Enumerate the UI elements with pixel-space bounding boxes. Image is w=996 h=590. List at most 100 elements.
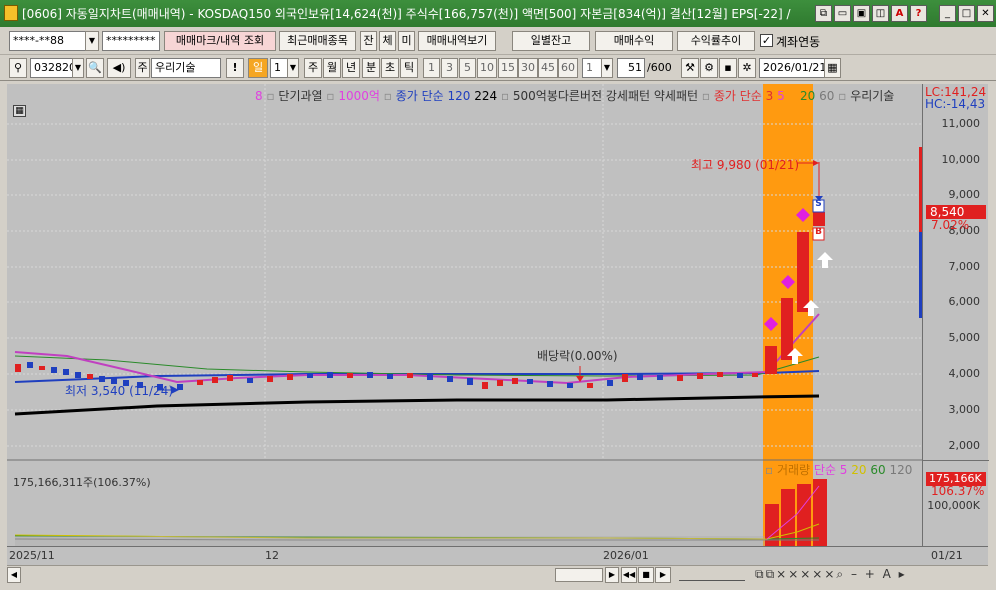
period-tick-button[interactable]: 틱 bbox=[400, 58, 418, 78]
date-tick: 2025/11 bbox=[9, 549, 55, 562]
interval-input[interactable]: 1 bbox=[582, 58, 602, 78]
date-input[interactable]: 2026/01/21 bbox=[759, 58, 825, 78]
legend-item: 1000억 bbox=[338, 89, 380, 103]
legend-item: 120 bbox=[889, 463, 913, 477]
save-icon[interactable]: ▪ bbox=[719, 58, 737, 78]
chart-scrollbar[interactable]: ◀ ▶ ◀◀ ■ ▶ ⧉⧉⨯⨯⨯⨯⨯⌕ – + A ▸ bbox=[7, 565, 988, 584]
close-button[interactable]: ✕ bbox=[977, 5, 994, 22]
date-tick: 12 bbox=[265, 549, 279, 562]
price-range-bar-down bbox=[919, 232, 922, 318]
high-annotation: 최고 9,980 (01/21) bbox=[691, 158, 800, 172]
profit-trend-button[interactable]: 수익률추이 bbox=[677, 31, 755, 51]
chart-tools-icons[interactable]: ⧉⧉⨯⨯⨯⨯⨯⌕ – + A ▸ bbox=[755, 567, 907, 582]
axis-tick: 3,000 bbox=[948, 403, 981, 416]
volume-axis-tick: 100,000K bbox=[927, 499, 980, 512]
help-icon[interactable]: ? bbox=[910, 5, 927, 22]
recent-trades-button[interactable]: 최근매매종목 bbox=[279, 31, 356, 51]
stock-prefix: 주 bbox=[135, 58, 150, 78]
price-legend: 8 ▫ 단기과열 ▫ 1000억 ▫ 종가 단순 120 224 ▫ 500억봉… bbox=[255, 89, 895, 103]
stock-name-input[interactable]: 우리기술 bbox=[151, 58, 221, 78]
link-icon[interactable]: ⧉ bbox=[815, 5, 832, 22]
scroll-thumb[interactable] bbox=[555, 568, 603, 582]
trade-mark-query-button[interactable]: 매매마크/내역 조회 bbox=[164, 31, 276, 51]
key-icon[interactable]: ⚲ bbox=[9, 58, 27, 78]
legend-item: 종가 단순 3 bbox=[713, 89, 774, 103]
period-month-button[interactable]: 월 bbox=[323, 58, 341, 78]
trade-history-button[interactable]: 매매내역보기 bbox=[418, 31, 496, 51]
grid-icon[interactable]: ▦ bbox=[13, 105, 26, 117]
interval-5-button[interactable]: 5 bbox=[459, 58, 476, 78]
speed-slider[interactable] bbox=[679, 569, 745, 581]
toolbar-chart: ⚲ 032820 ▼ 🔍 ◀) 주 우리기술 ! 일 1 ▼ 주 월 년 분 초… bbox=[0, 55, 996, 81]
stop-icon[interactable]: ■ bbox=[638, 567, 654, 583]
legend-item: 60 bbox=[819, 89, 835, 103]
bar-count-input[interactable]: 51 bbox=[617, 58, 645, 78]
legend-item: 224 bbox=[474, 89, 498, 103]
interval-60-button[interactable]: 60 bbox=[558, 58, 578, 78]
minimize-panel-icon[interactable]: ▭ bbox=[834, 5, 851, 22]
speaker-icon[interactable]: ◀) bbox=[107, 58, 131, 78]
candles bbox=[15, 162, 825, 390]
scroll-right-icon[interactable]: ▶ bbox=[605, 567, 619, 583]
volume-legend: ▫ 거래량 단순 5 20 60 120 bbox=[765, 463, 913, 477]
interval-dropdown-icon[interactable]: ▼ bbox=[601, 58, 613, 78]
play-icon[interactable]: ▶ bbox=[655, 567, 671, 583]
price-range-bar-up bbox=[919, 147, 922, 232]
interval-15-button[interactable]: 15 bbox=[498, 58, 518, 78]
code-dropdown-icon[interactable]: ▼ bbox=[72, 58, 84, 78]
legend-item: 8 bbox=[255, 89, 263, 103]
legend-item: 거래량 bbox=[776, 463, 811, 477]
date-tick: 2026/01 bbox=[603, 549, 649, 562]
chevron-down-icon[interactable]: ▼ bbox=[85, 31, 99, 51]
period-dropdown-icon[interactable]: ▼ bbox=[287, 58, 299, 78]
account-select[interactable]: ****-**88 bbox=[9, 31, 97, 51]
window-title: [0606] 자동일지차트(매매내역) - KOSDAQ150 외국인보유[14… bbox=[22, 7, 791, 21]
calendar-icon[interactable]: ▦ bbox=[824, 58, 841, 78]
legend-item: 단순 5 bbox=[813, 463, 848, 477]
tool-icon[interactable]: ⚒ bbox=[681, 58, 699, 78]
date-axis: 2025/11 12 2026/01 01/21 bbox=[7, 546, 988, 565]
interval-30-button[interactable]: 30 bbox=[518, 58, 538, 78]
interval-1-button[interactable]: 1 bbox=[423, 58, 440, 78]
play-back-icon[interactable]: ◀◀ bbox=[621, 567, 637, 583]
restore-panel-icon[interactable]: ▣ bbox=[853, 5, 870, 22]
chart-config-icon[interactable]: ⚙ bbox=[700, 58, 718, 78]
scroll-left-icon[interactable]: ◀ bbox=[7, 567, 21, 583]
search-icon[interactable]: 🔍 bbox=[86, 58, 104, 78]
account-link-checkbox[interactable]: ✓ bbox=[760, 34, 773, 47]
volume-ma-lines bbox=[14, 485, 820, 541]
minimize-button[interactable]: _ bbox=[939, 5, 956, 22]
interval-10-button[interactable]: 10 bbox=[477, 58, 497, 78]
axis-tick: 10,000 bbox=[941, 153, 981, 166]
hc-label: HC:-14,43 bbox=[925, 97, 986, 111]
account-link-label: 계좌연동 bbox=[776, 35, 821, 49]
date-tick-last: 01/21 bbox=[931, 549, 963, 562]
axis-tick: 9,000 bbox=[948, 188, 981, 201]
maximize-button[interactable]: □ bbox=[958, 5, 975, 22]
legend-item: 20 bbox=[800, 89, 816, 103]
axis-tick: 2,000 bbox=[948, 439, 981, 452]
trade-profit-button[interactable]: 매매수익 bbox=[595, 31, 673, 51]
period-day-button[interactable]: 일 bbox=[248, 58, 268, 78]
volume-small-bars bbox=[15, 536, 765, 546]
axis-tick: 11,000 bbox=[941, 117, 981, 130]
password-input[interactable]: ********* bbox=[102, 31, 160, 51]
interval-45-button[interactable]: 45 bbox=[538, 58, 558, 78]
executed-button[interactable]: 체 bbox=[379, 31, 396, 51]
volume-label: 175,166,311주(106.37%) bbox=[13, 476, 151, 489]
daily-balance-button[interactable]: 일별잔고 bbox=[512, 31, 590, 51]
font-a-icon[interactable]: A bbox=[891, 5, 908, 22]
interval-3-button[interactable]: 3 bbox=[441, 58, 458, 78]
settings-icon[interactable]: ✲ bbox=[738, 58, 756, 78]
balance-button[interactable]: 잔 bbox=[360, 31, 377, 51]
period-second-button[interactable]: 초 bbox=[381, 58, 399, 78]
window-mode-icon[interactable]: ◫ bbox=[872, 5, 889, 22]
period-week-button[interactable]: 주 bbox=[304, 58, 322, 78]
unexecuted-button[interactable]: 미 bbox=[398, 31, 415, 51]
period-year-button[interactable]: 년 bbox=[342, 58, 360, 78]
chart-area[interactable]: ▦ 8 ▫ 단기과열 ▫ 1000억 ▫ 종가 단순 120 224 ▫ 500… bbox=[7, 84, 922, 546]
period-count-input[interactable]: 1 bbox=[270, 58, 288, 78]
period-minute-button[interactable]: 분 bbox=[362, 58, 380, 78]
axis-tick: 5,000 bbox=[948, 331, 981, 344]
alert-button[interactable]: ! bbox=[226, 58, 244, 78]
